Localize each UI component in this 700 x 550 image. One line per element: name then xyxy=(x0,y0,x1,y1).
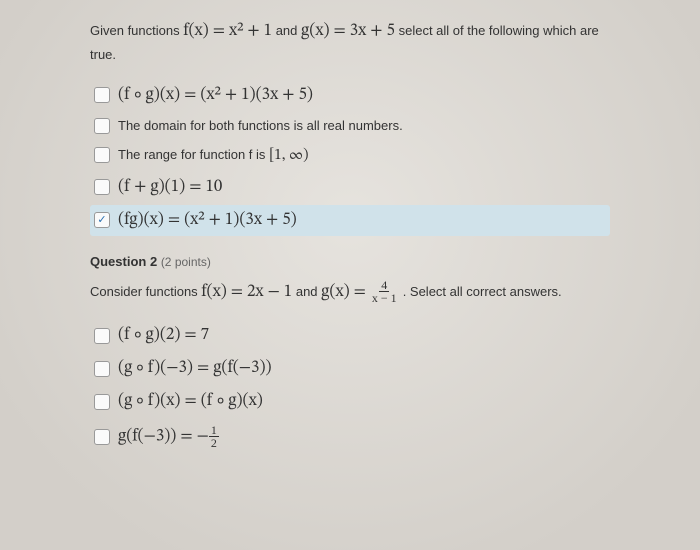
q1-option-3-label: The range for function f is [1, ∞) xyxy=(118,146,309,165)
q1-option-4[interactable]: (f + g)(1) = 10 xyxy=(90,172,610,203)
q1-option-5-label: (fg)(x) = (x² + 1)(3x + 5) xyxy=(118,210,297,231)
q1-option-3[interactable]: The range for function f is [1, ∞) xyxy=(90,141,610,170)
q2-option-3-label: (g ∘ f)(x) = (f ∘ g)(x) xyxy=(118,391,263,412)
q2-option-2-label: (g ∘ f)(−3) = g(f(−3)) xyxy=(118,358,272,379)
q2-option-2[interactable]: (g ∘ f)(−3) = g(f(−3)) xyxy=(90,353,610,384)
q2-g-def: g(x) = 4x − 1 xyxy=(321,284,403,301)
q1-option-2[interactable]: The domain for both functions is all rea… xyxy=(90,113,610,139)
q1-options: (f ∘ g)(x) = (x² + 1)(3x + 5) The domain… xyxy=(90,80,610,236)
q1-option-1-label: (f ∘ g)(x) = (x² + 1)(3x + 5) xyxy=(118,85,313,106)
q2-option-3[interactable]: (g ∘ f)(x) = (f ∘ g)(x) xyxy=(90,386,610,417)
q2-prompt: Consider functions f(x) = 2x − 1 and g(x… xyxy=(90,279,610,306)
q1-option-5[interactable]: ✓ (fg)(x) = (x² + 1)(3x + 5) xyxy=(90,205,610,236)
q1-f-def: f(x) = x² + 1 xyxy=(183,23,272,40)
q1-option-4-label: (f + g)(1) = 10 xyxy=(118,177,222,198)
q2-option-4-label: g(f(−3)) = −12 xyxy=(118,424,219,449)
checkbox-icon[interactable] xyxy=(94,429,110,445)
checkbox-icon[interactable] xyxy=(94,361,110,377)
q1-option-1[interactable]: (f ∘ g)(x) = (x² + 1)(3x + 5) xyxy=(90,80,610,111)
q2-heading: Question 2 (2 points) xyxy=(90,254,610,269)
checkbox-icon[interactable] xyxy=(94,179,110,195)
q1-pre: Given functions xyxy=(90,23,183,38)
q1-mid: and xyxy=(276,23,301,38)
checkbox-icon[interactable] xyxy=(94,147,110,163)
checkbox-icon[interactable] xyxy=(94,87,110,103)
checkbox-icon[interactable] xyxy=(94,394,110,410)
q2-pre: Consider functions xyxy=(90,284,201,299)
q2-option-4[interactable]: g(f(−3)) = −12 xyxy=(90,419,610,454)
checkbox-icon[interactable] xyxy=(94,328,110,344)
q2-title: Question 2 xyxy=(90,254,157,269)
q2-option-1[interactable]: (f ∘ g)(2) = 7 xyxy=(90,320,610,351)
q2-post: . Select all correct answers. xyxy=(403,284,562,299)
q2-option-1-label: (f ∘ g)(2) = 7 xyxy=(118,325,209,346)
checkbox-icon[interactable] xyxy=(94,118,110,134)
q2-f-def: f(x) = 2x − 1 xyxy=(201,284,292,301)
q2-mid: and xyxy=(296,284,321,299)
q2-options: (f ∘ g)(2) = 7 (g ∘ f)(−3) = g(f(−3)) (g… xyxy=(90,320,610,454)
q1-g-def: g(x) = 3x + 5 xyxy=(301,23,395,40)
q2-points: (2 points) xyxy=(161,255,211,269)
q1-prompt: Given functions f(x) = x² + 1 and g(x) =… xyxy=(90,18,610,66)
q1-option-2-label: The domain for both functions is all rea… xyxy=(118,118,403,133)
checkbox-checked-icon[interactable]: ✓ xyxy=(94,212,110,228)
